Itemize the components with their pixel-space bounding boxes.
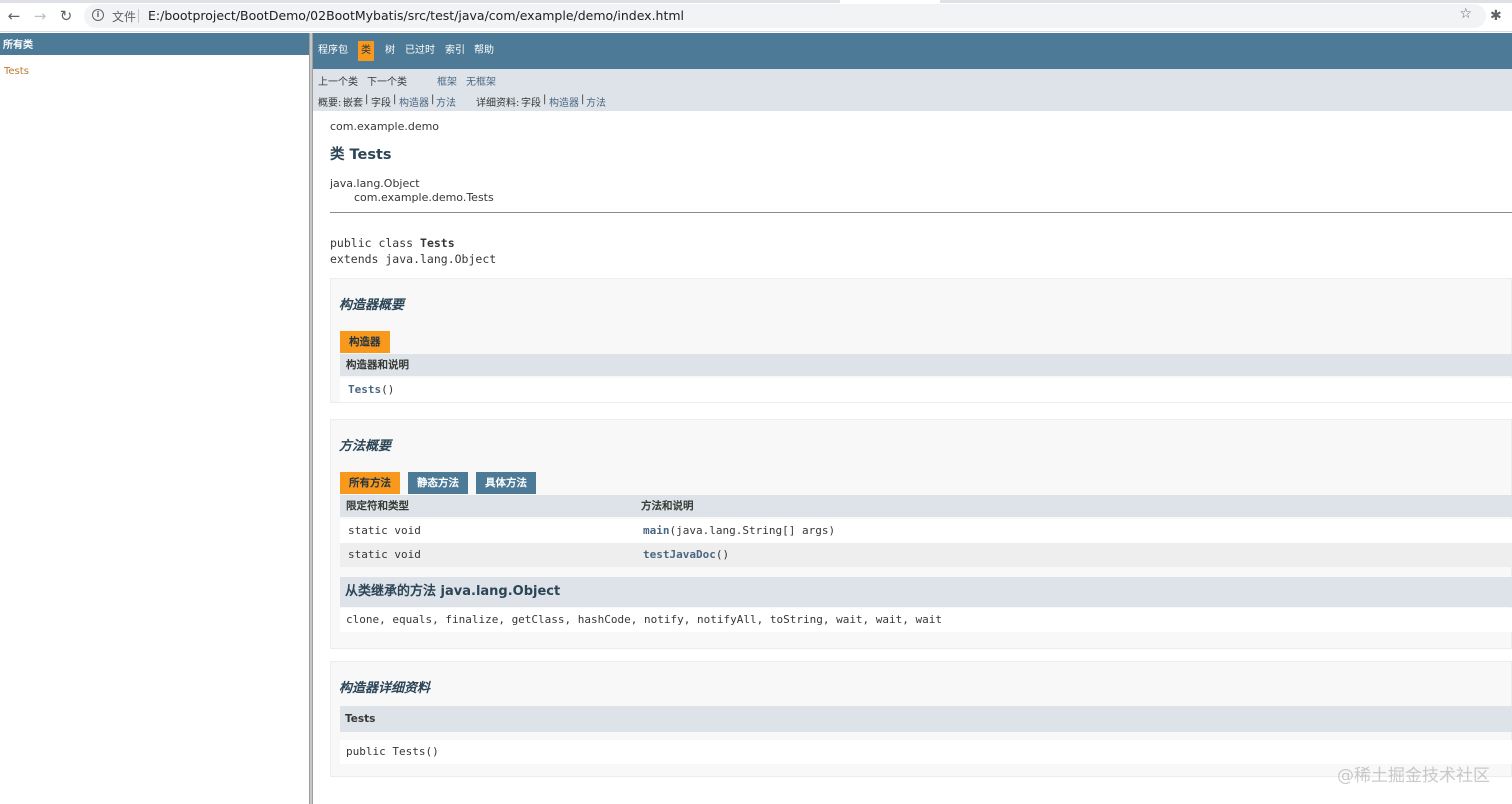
table-row: static void testJavaDoc() [340,543,1512,567]
nav-deprecated[interactable]: 已过时 [405,43,435,59]
class-link-tests[interactable]: Tests [4,66,29,77]
method-table-header: 限定符和类型 方法和说明 [340,495,1512,517]
site-info-icon[interactable]: i [92,9,104,21]
method-summary-heading: 方法概要 [339,439,392,454]
constructor-detail-heading: 构造器详细资料 [339,681,431,696]
constructor-tab[interactable]: 构造器 [340,331,390,353]
frames-link[interactable]: 框架 [437,73,457,88]
nav-package[interactable]: 程序包 [318,43,348,59]
horizontal-rule [330,212,1512,213]
method-column-header: 方法和说明 [641,500,694,512]
method-args: () [715,548,730,561]
address-bar[interactable]: i 文件 E:/bootproject/BootDemo/02BootMybat… [84,4,1486,28]
method-modifier: static void [348,548,421,561]
watermark: @稀土掘金技术社区 [1337,766,1490,786]
summary-field: 字段 [371,98,391,109]
inheritance-root: java.lang.Object [330,177,420,190]
inherited-methods-list[interactable]: clone, equals, finalize, getClass, hashC… [340,608,1512,632]
detail-pipe: | [543,94,547,105]
signature-prefix: public class [330,236,421,250]
constructor-summary-section: 构造器概要 构造器 构造器和说明 Tests() [330,278,1512,403]
class-title: 类 Tests [330,147,392,163]
method-summary-section: 方法概要 所有方法 静态方法 具体方法 限定符和类型 方法和说明 static … [330,419,1512,649]
summary-pipe: | [393,94,397,105]
next-class-label: 下一个类 [367,77,407,88]
constructor-args: () [381,383,395,396]
constructor-summary-heading: 构造器概要 [339,298,405,313]
summary-nested: 嵌套 [343,98,363,109]
nav-class: 类 [358,41,374,61]
prev-class-label: 上一个类 [318,77,358,88]
detail-label: 详细资料: [476,98,520,109]
detail-constructor-link[interactable]: 构造器 [549,94,579,109]
no-frames-link[interactable]: 无框架 [466,73,496,88]
summary-method-link[interactable]: 方法 [436,94,456,109]
method-link-main[interactable]: main [643,524,670,537]
detail-pipe: | [581,94,585,105]
summary-pipe: | [365,94,369,105]
detail-field: 字段 [521,98,541,109]
tab-strip [0,0,1512,3]
class-content-frame: 程序包 类 树 已过时 索引 帮助 上一个类 下一个类 框架 无框架 概要: 嵌… [313,33,1512,804]
constructor-detail-section: 构造器详细资料 Tests public Tests() [330,661,1512,777]
package-name: com.example.demo [330,120,440,133]
extensions-puzzle-icon[interactable]: ✱ [1490,8,1502,24]
table-row: Tests() [340,378,1512,402]
signature-class-name: Tests [420,236,455,250]
back-arrow-icon[interactable]: ← [6,8,22,24]
all-classes-frame: 所有类 Tests [0,33,309,804]
constructor-link-tests[interactable]: Tests [348,383,381,396]
url-text[interactable]: E:/bootproject/BootDemo/02BootMybatis/sr… [148,8,684,23]
forward-arrow-icon[interactable]: → [32,8,48,24]
summary-pipe: | [431,94,435,105]
inherited-methods-heading: 从类继承的方法 java.lang.Object [340,577,1512,607]
bookmark-star-icon[interactable]: ☆ [1459,6,1472,22]
modifier-column-header: 限定符和类型 [346,500,409,512]
summary-constructor-link[interactable]: 构造器 [399,94,429,109]
reload-icon[interactable]: ↻ [58,8,74,24]
tab-static-methods[interactable]: 静态方法 [408,472,468,494]
table-row: static void main(java.lang.String[] args… [340,519,1512,543]
inheritance-child: com.example.demo.Tests [354,191,494,204]
active-tab[interactable] [840,0,940,3]
class-signature: public class Tests extends java.lang.Obj… [330,235,496,267]
all-classes-header: 所有类 [0,33,309,55]
sub-navbar: 上一个类 下一个类 框架 无框架 概要: 嵌套 | 字段 | 构造器 | 方法 … [313,69,1512,111]
all-classes-title: 所有类 [3,40,33,51]
top-navbar: 程序包 类 树 已过时 索引 帮助 [313,33,1512,69]
detail-method-link[interactable]: 方法 [586,94,606,109]
method-args: (java.lang.String[] args) [669,524,836,537]
nav-index[interactable]: 索引 [445,43,465,59]
browser-toolbar: ← → ↻ i 文件 E:/bootproject/BootDemo/02Boo… [0,0,1512,32]
protocol-label: 文件 [112,10,137,24]
nav-tree[interactable]: 树 [385,43,395,59]
tab-all-methods[interactable]: 所有方法 [340,472,400,494]
tab-concrete-methods[interactable]: 具体方法 [476,472,536,494]
summary-label: 概要: [318,98,342,109]
address-separator [138,9,139,23]
signature-extends: extends java.lang.Object [330,252,497,266]
constructor-detail-name: Tests [340,706,1512,732]
method-link-testjavadoc[interactable]: testJavaDoc [643,548,716,561]
nav-help[interactable]: 帮助 [474,43,494,59]
method-modifier: static void [348,524,421,537]
constructor-table-header: 构造器和说明 [340,354,1512,376]
